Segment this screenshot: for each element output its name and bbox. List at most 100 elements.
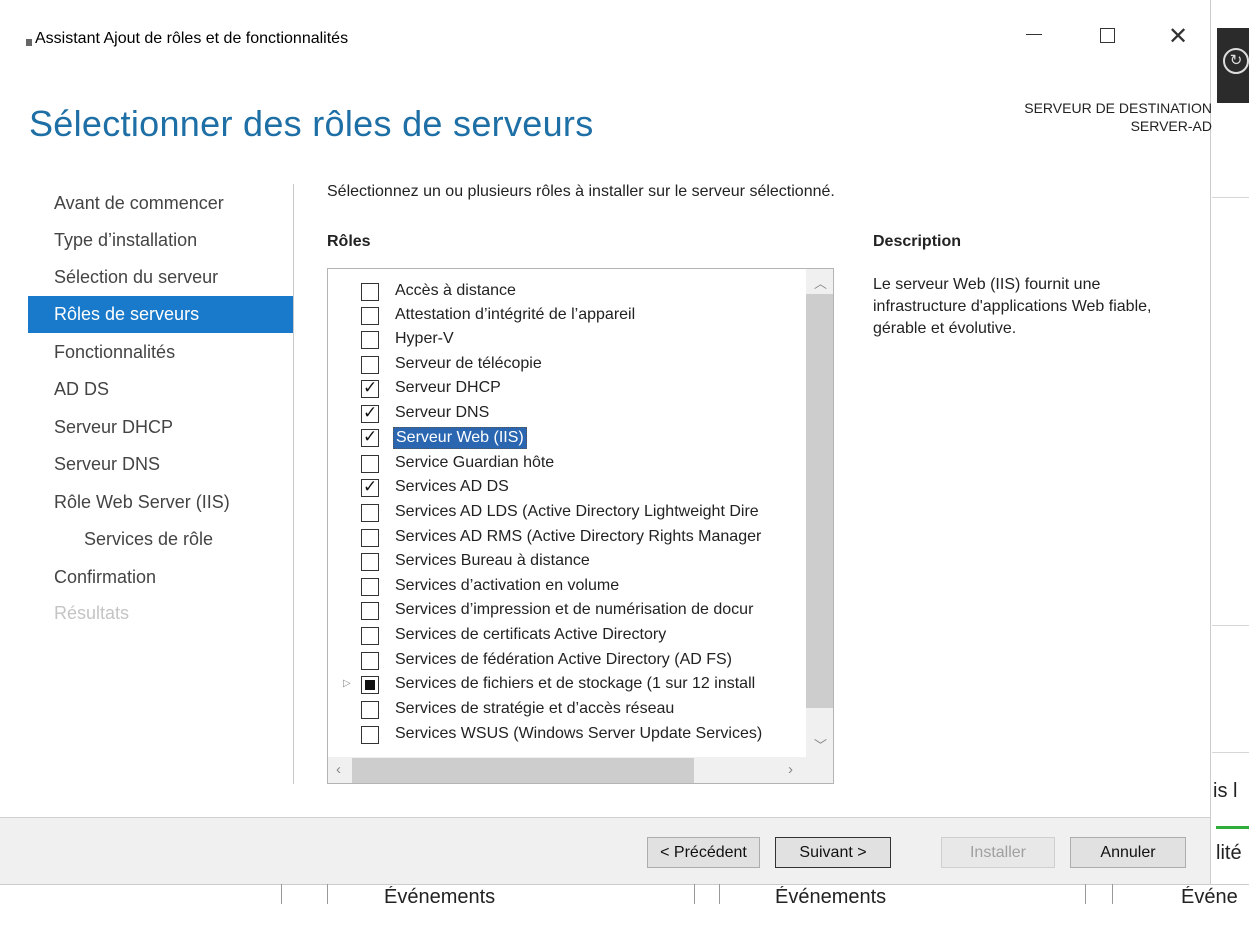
checkbox[interactable] (361, 652, 379, 670)
horizontal-scroll-thumb[interactable] (352, 758, 694, 783)
chevron-left-icon[interactable]: ‹ (336, 761, 341, 778)
nav-item-confirmation[interactable]: Confirmation (28, 559, 293, 596)
role-label[interactable]: Services de fédération Active Directory … (393, 650, 734, 670)
list-item[interactable]: Serveur de télécopie (328, 353, 808, 377)
chevron-right-icon[interactable]: › (788, 761, 793, 778)
list-item[interactable]: Services AD DS (328, 476, 808, 500)
role-label[interactable]: Hyper-V (393, 329, 456, 349)
role-label[interactable]: Attestation d’intégrité de l’appareil (393, 305, 637, 325)
role-label[interactable]: Services de fichiers et de stockage (1 s… (393, 674, 757, 694)
list-item[interactable]: Services de certificats Active Directory (328, 624, 808, 648)
sync-icon[interactable]: ↻ (1223, 48, 1249, 74)
nav-item-resultats: Résultats (54, 603, 130, 623)
list-item[interactable]: Services d’impression et de numérisation… (328, 599, 808, 623)
background-separator (1112, 884, 1113, 904)
list-item[interactable]: Services AD LDS (Active Directory Lightw… (328, 501, 808, 525)
list-item[interactable]: Hyper-V (328, 328, 808, 352)
previous-button[interactable]: < Précédent (647, 837, 760, 868)
checkbox-checked[interactable] (361, 427, 379, 447)
role-label[interactable]: Services AD RMS (Active Directory Rights… (393, 527, 763, 547)
role-label[interactable]: Services d’impression et de numérisation… (393, 600, 755, 620)
role-label[interactable]: Services Bureau à distance (393, 551, 592, 571)
checkbox-checked[interactable] (361, 378, 379, 398)
description-header: Description (873, 233, 962, 250)
nav-item-serveur-dhcp[interactable]: Serveur DHCP (28, 409, 293, 446)
nav-item-services-de-role[interactable]: Services de rôle (28, 521, 293, 558)
role-label[interactable]: Services de certificats Active Directory (393, 625, 668, 645)
list-item[interactable]: Service Guardian hôte (328, 452, 808, 476)
role-label[interactable]: Services AD DS (393, 477, 511, 497)
role-label[interactable]: Services AD LDS (Active Directory Lightw… (393, 502, 761, 522)
nav-item-avant-de-commencer[interactable]: Avant de commencer (28, 185, 293, 222)
checkbox[interactable] (361, 504, 379, 522)
list-item[interactable]: Services WSUS (Windows Server Update Ser… (328, 723, 808, 747)
nav-item-selection-serveur[interactable]: Sélection du serveur (28, 259, 293, 296)
next-button[interactable]: Suivant > (775, 837, 891, 868)
list-item[interactable]: Serveur DNS (328, 402, 808, 426)
checkbox[interactable] (361, 726, 379, 744)
checkbox[interactable] (361, 529, 379, 547)
background-green-accent (1216, 826, 1249, 829)
triangle-right-icon[interactable]: ▷ (343, 678, 351, 689)
list-item[interactable]: Services de stratégie et d’accès réseau (328, 698, 808, 722)
nav-item-ad-ds[interactable]: AD DS (28, 371, 293, 408)
nav-item-role-web-server[interactable]: Rôle Web Server (IIS) (28, 484, 293, 521)
role-label[interactable]: Service Guardian hôte (393, 453, 556, 473)
minimize-button[interactable] (1026, 34, 1042, 35)
install-button: Installer (941, 837, 1055, 868)
checkbox-partial[interactable] (361, 676, 379, 694)
checkbox[interactable] (361, 602, 379, 620)
checkbox-checked[interactable] (361, 403, 379, 423)
list-item-selected[interactable]: Serveur Web (IIS) (328, 426, 808, 450)
background-separator (719, 884, 720, 904)
list-item[interactable]: Accès à distance (328, 280, 808, 304)
close-button[interactable]: ✕ (1168, 22, 1188, 51)
list-item[interactable]: Serveur DHCP (328, 377, 808, 401)
nav-divider (293, 184, 294, 784)
nav-item-type-installation[interactable]: Type d’installation (28, 222, 293, 259)
window-title: Assistant Ajout de rôles et de fonctionn… (35, 30, 349, 47)
background-events-panel (0, 884, 1249, 927)
cancel-button[interactable]: Annuler (1070, 837, 1186, 868)
background-divider (1212, 197, 1249, 198)
list-item[interactable]: Services AD RMS (Active Directory Rights… (328, 526, 808, 550)
checkbox[interactable] (361, 627, 379, 645)
maximize-button[interactable] (1100, 28, 1115, 43)
role-label[interactable]: Serveur DHCP (393, 378, 503, 398)
role-label[interactable]: Serveur DNS (393, 403, 491, 423)
description-text: Le serveur Web (IIS) fournit une infrast… (873, 276, 1152, 337)
list-item[interactable]: Services d’activation en volume (328, 575, 808, 599)
list-item[interactable]: Services Bureau à distance (328, 550, 808, 574)
vertical-scroll-thumb[interactable] (806, 294, 833, 708)
checkbox[interactable] (361, 283, 379, 301)
checkbox-checked[interactable] (361, 477, 379, 497)
background-divider (1212, 625, 1249, 626)
checkbox[interactable] (361, 553, 379, 571)
background-events-label: Événements (775, 886, 887, 903)
role-label[interactable]: Serveur Web (IIS) (393, 427, 527, 449)
background-text: lité (1216, 842, 1242, 864)
role-label[interactable]: Services d’activation en volume (393, 576, 621, 596)
role-label[interactable]: Serveur de télécopie (393, 354, 544, 374)
instruction-text: Sélectionnez un ou plusieurs rôles à ins… (327, 183, 835, 200)
checkbox[interactable] (361, 455, 379, 473)
role-label[interactable]: Accès à distance (393, 281, 518, 301)
role-label[interactable]: Services de stratégie et d’accès réseau (393, 699, 676, 719)
nav-item-serveur-dns[interactable]: Serveur DNS (28, 446, 293, 483)
roles-list[interactable]: Accès à distance Attestation d’intégrité… (327, 268, 834, 784)
checkbox[interactable] (361, 307, 379, 325)
nav-item-roles-serveurs[interactable]: Rôles de serveurs (28, 296, 293, 333)
checkbox[interactable] (361, 356, 379, 374)
list-item[interactable]: Attestation d’intégrité de l’appareil (328, 304, 808, 328)
list-item[interactable]: ▷ Services de fichiers et de stockage (1… (328, 673, 808, 697)
destination-server-name: SERVER-AD (1130, 118, 1212, 134)
list-item[interactable]: Services de fédération Active Directory … (328, 649, 808, 673)
role-label[interactable]: Services WSUS (Windows Server Update Ser… (393, 724, 764, 744)
checkbox[interactable] (361, 701, 379, 719)
nav-item-fonctionnalites[interactable]: Fonctionnalités (28, 334, 293, 371)
chevron-up-icon[interactable]: ︿ (814, 273, 827, 292)
chevron-down-icon[interactable]: ﹀ (814, 735, 827, 754)
checkbox[interactable] (361, 331, 379, 349)
checkbox[interactable] (361, 578, 379, 596)
roles-header: Rôles (327, 233, 371, 250)
